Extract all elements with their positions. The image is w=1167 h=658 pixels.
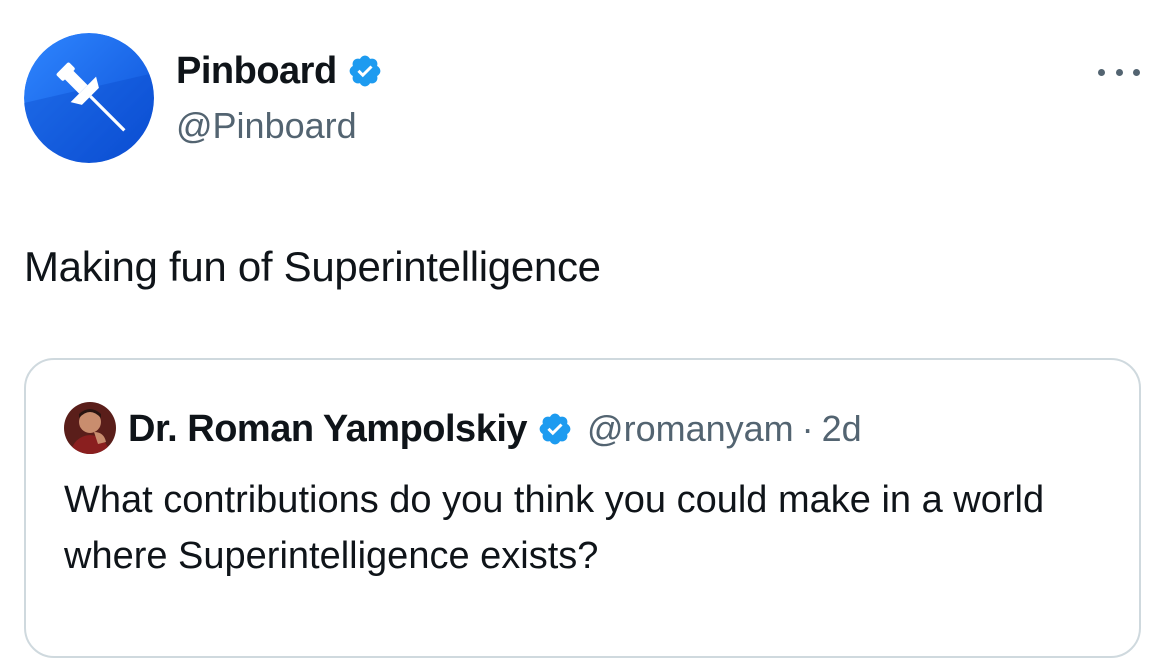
quoted-tweet-header: Dr. Roman Yampolskiy @romanyam · 2d <box>128 404 862 454</box>
verified-badge-icon <box>349 55 381 87</box>
quoted-author-handle[interactable]: @romanyam <box>587 408 794 450</box>
author-avatar[interactable] <box>24 33 154 163</box>
quoted-author-avatar[interactable] <box>64 402 116 454</box>
person-photo-icon <box>64 402 116 454</box>
tweet: Pinboard @Pinboard Making fun of Superin… <box>0 0 1167 658</box>
quoted-tweet-card[interactable]: Dr. Roman Yampolskiy @romanyam · 2d What… <box>24 358 1141 658</box>
more-horizontal-icon <box>1098 68 1105 76</box>
tweet-text: Making fun of Superintelligence <box>24 243 601 290</box>
quoted-tweet-timestamp[interactable]: 2d <box>822 408 862 450</box>
author-display-name[interactable]: Pinboard <box>176 46 337 96</box>
quoted-author-display-name[interactable]: Dr. Roman Yampolskiy <box>128 408 528 451</box>
separator-dot: · <box>801 408 814 449</box>
more-options-button[interactable] <box>1098 62 1140 82</box>
author-handle[interactable]: @Pinboard <box>176 104 357 148</box>
pushpin-icon <box>24 33 154 163</box>
verified-badge-icon <box>539 413 571 445</box>
quoted-tweet-text: What contributions do you think you coul… <box>64 479 1045 577</box>
author-name-row: Pinboard <box>176 46 383 96</box>
